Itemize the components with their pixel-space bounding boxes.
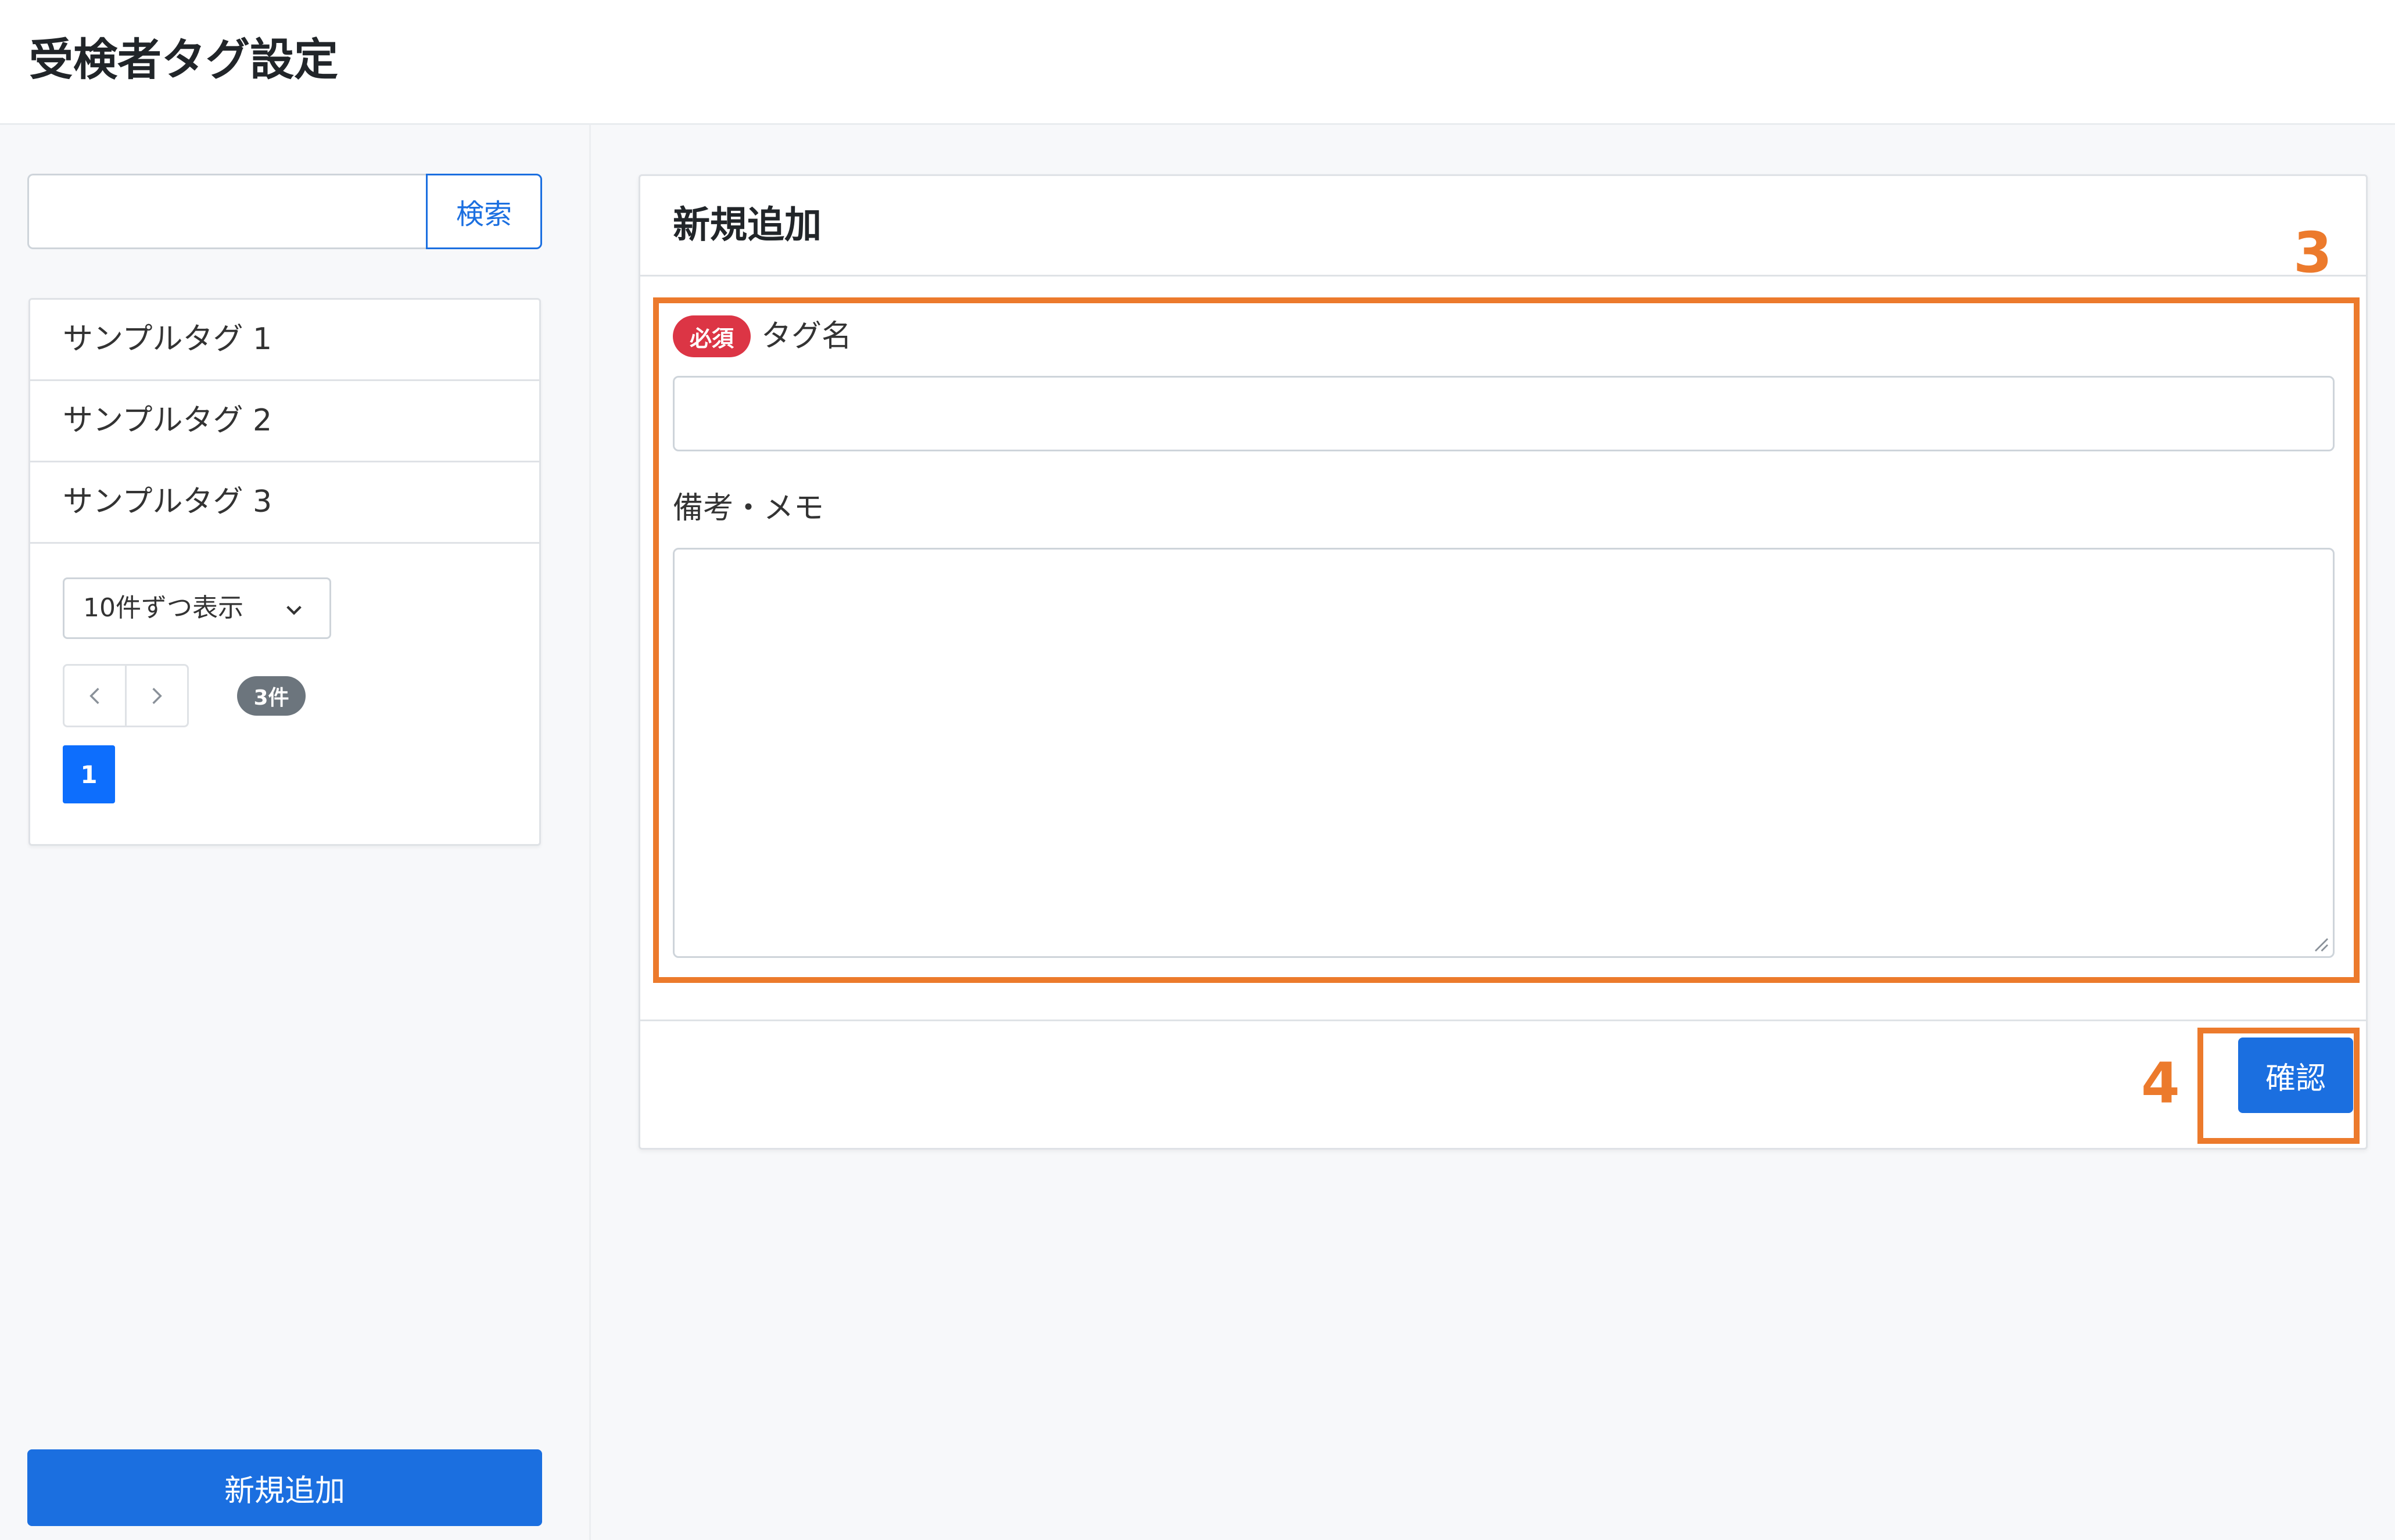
form-title: 新規追加 [673, 204, 822, 247]
tag-list-card: サンプルタグ 1 サンプルタグ 2 サンプルタグ 3 10件ずつ表示 3件 1 [28, 298, 541, 846]
callout-box-confirm [2197, 1028, 2360, 1144]
callout-box-form-fields [653, 297, 2360, 983]
top-header: 受検者タグ設定 [0, 0, 2395, 125]
tag-list-item-label: サンプルタグ 3 [63, 484, 273, 519]
add-new-button[interactable]: 新規追加 [27, 1449, 542, 1526]
tag-list-item-label: サンプルタグ 1 [63, 322, 273, 357]
callout-number-4: 4 [2141, 1051, 2180, 1116]
tag-list-item[interactable]: サンプルタグ 3 [30, 462, 539, 544]
tag-list-item[interactable]: サンプルタグ 2 [30, 381, 539, 462]
pager-group [63, 664, 189, 727]
page-title: 受検者タグ設定 [29, 34, 338, 85]
page-size-select[interactable]: 10件ずつ表示 [63, 577, 331, 639]
page-number-button[interactable]: 1 [63, 745, 115, 803]
card-footer-divider [640, 1020, 2366, 1021]
count-badge: 3件 [237, 676, 306, 716]
pager-next-button[interactable] [125, 666, 187, 726]
callout-number-3: 3 [2293, 220, 2332, 285]
chevron-left-icon [89, 687, 99, 704]
tag-list-item[interactable]: サンプルタグ 1 [30, 300, 539, 381]
sidebar: 検索 サンプルタグ 1 サンプルタグ 2 サンプルタグ 3 10件ずつ表示 3件… [0, 125, 591, 1540]
search-button[interactable]: 検索 [426, 174, 542, 249]
page-size-select-value: 10件ずつ表示 [83, 593, 243, 623]
main-area: 新規追加 必須 タグ名 備考・メモ 確認 3 4 [591, 125, 2395, 1540]
tag-list-item-label: サンプルタグ 2 [63, 403, 273, 438]
pager-prev-button[interactable] [64, 666, 125, 726]
search-input[interactable] [27, 174, 426, 249]
chevron-down-icon [286, 605, 302, 615]
chevron-right-icon [152, 687, 162, 704]
card-header-divider [640, 275, 2366, 277]
